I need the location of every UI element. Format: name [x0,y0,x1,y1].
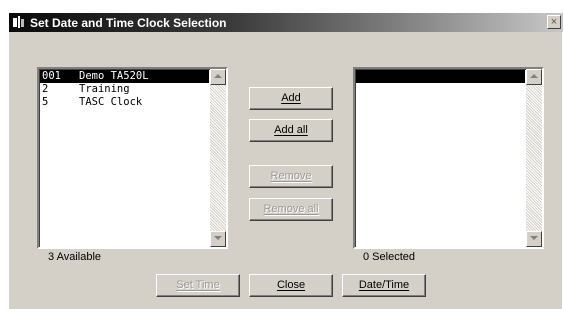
clock-name: TASC Clock [79,96,143,108]
date-time-button[interactable]: Date/Time [342,274,426,297]
available-scrollbar[interactable] [210,69,226,247]
available-count: 3 Available [48,251,102,263]
clock-name: Demo TA520L [79,70,149,82]
available-clocks-list[interactable]: 001 Demo TA520L 2 Training 5 TASC Clock [37,67,228,249]
remove-all-button[interactable]: Remove all [249,198,333,221]
list-focus-row[interactable] [356,70,525,83]
set-time-button[interactable]: Set Time [156,274,240,297]
scroll-up-arrow-icon[interactable] [526,69,542,85]
list-item[interactable]: 2 Training [40,83,209,96]
selected-count: 0 Selected [363,251,415,263]
scroll-down-arrow-icon[interactable] [526,231,542,247]
clock-id: 001 [42,70,61,82]
clock-id: 2 [42,83,49,95]
list-item[interactable]: 001 Demo TA520L [40,70,209,83]
clock-name: Training [79,83,130,95]
clock-app-icon [12,15,26,29]
scroll-up-arrow-icon[interactable] [210,69,226,85]
selected-scrollbar[interactable] [526,69,542,247]
remove-button[interactable]: Remove [249,165,333,188]
list-item[interactable]: 5 TASC Clock [40,96,209,109]
selected-clocks-list[interactable] [353,67,544,249]
close-icon[interactable]: × [547,15,561,29]
add-button[interactable]: Add [249,87,333,110]
close-button[interactable]: Close [249,274,333,297]
title-bar[interactable]: Set Date and Time Clock Selection × [9,13,563,32]
clock-id: 5 [42,96,49,108]
scroll-down-arrow-icon[interactable] [210,231,226,247]
window-title: Set Date and Time Clock Selection [30,16,227,30]
add-all-button[interactable]: Add all [249,119,333,142]
dialog-window: Set Date and Time Clock Selection × 001 D… [8,12,563,309]
